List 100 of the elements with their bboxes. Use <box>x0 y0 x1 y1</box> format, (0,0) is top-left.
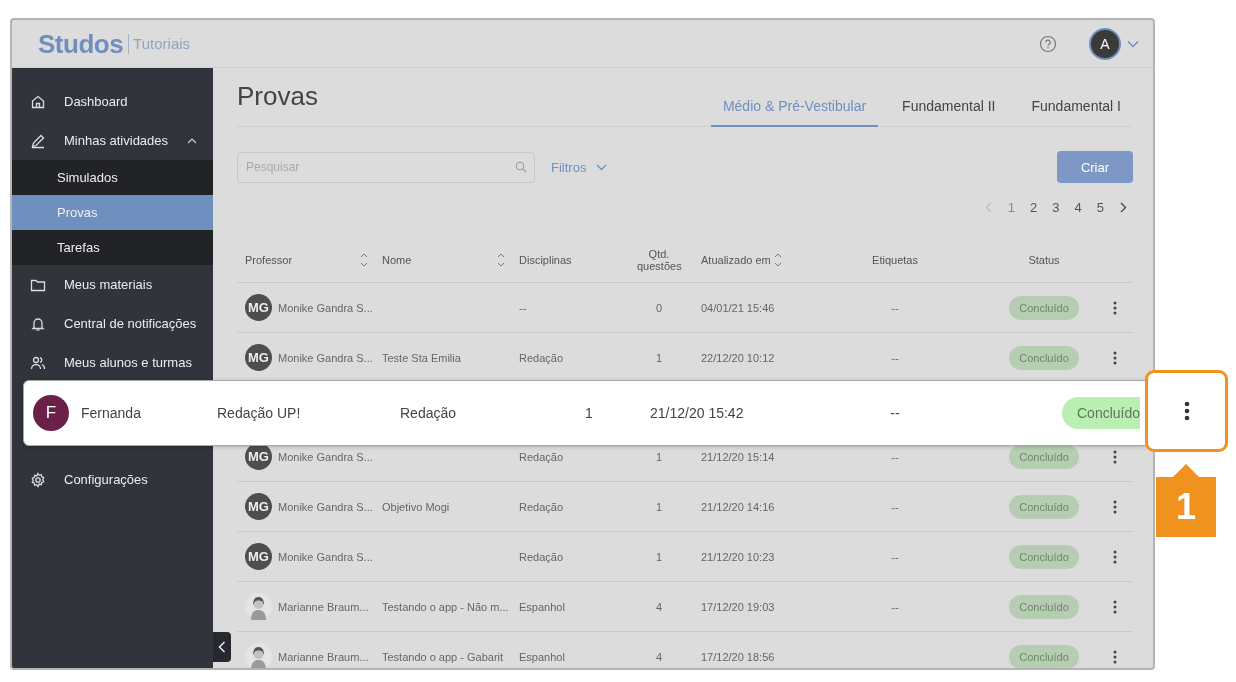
search-icon <box>515 160 527 173</box>
avatar: MG <box>245 294 272 321</box>
table-cell: -- <box>891 500 899 513</box>
more-icon[interactable] <box>1112 649 1117 664</box>
next-page-icon[interactable] <box>1119 201 1127 213</box>
more-icon[interactable] <box>1112 449 1117 464</box>
page-title: Provas <box>237 81 318 112</box>
column-header: Etiquetas <box>872 253 918 266</box>
more-icon[interactable] <box>1112 499 1117 514</box>
table-cell: 1 <box>655 351 663 364</box>
table-cell: Monike Gandra S... <box>278 450 373 463</box>
table-cell: 1 <box>655 450 663 463</box>
table-cell: -- <box>891 351 899 364</box>
status-badge: Concluído <box>1009 644 1079 668</box>
table-cell: Marianne Braum... <box>278 650 369 663</box>
table-cell: 04/01/21 15:46 <box>701 301 775 314</box>
table-cell: -- <box>891 301 899 314</box>
avatar: MG <box>245 344 272 371</box>
table-cell: Monike Gandra S... <box>278 550 373 563</box>
table-cell: 21/12/20 10:23 <box>701 550 775 563</box>
help-icon[interactable] <box>1039 34 1057 53</box>
more-icon[interactable] <box>1112 350 1117 365</box>
table-cell: 1 <box>655 500 663 513</box>
status-badge: Concluído <box>1009 494 1079 519</box>
table-cell: Redação <box>400 405 457 421</box>
table-cell: 17/12/20 18:56 <box>701 650 775 663</box>
sidebar-item[interactable]: Central de notificações <box>12 304 213 343</box>
sort-icon[interactable] <box>497 251 505 268</box>
submenu-item[interactable]: Tarefas <box>12 230 213 265</box>
table-cell: Redação <box>519 450 564 463</box>
sidebar-item[interactable]: Dashboard <box>12 82 213 121</box>
sidebar-item[interactable]: Configurações <box>12 460 213 499</box>
chevron-left-icon <box>218 641 226 653</box>
table-cell: -- <box>519 301 527 314</box>
sort-icon[interactable] <box>773 251 782 268</box>
table-cell: Monike Gandra S... <box>278 301 373 314</box>
sort-icon[interactable] <box>360 251 368 268</box>
table-cell: 1 <box>585 405 593 421</box>
user-avatar[interactable]: A <box>1089 27 1121 60</box>
page-number[interactable]: 3 <box>1052 199 1060 215</box>
status-badge: Concluído <box>1009 295 1079 320</box>
more-icon[interactable] <box>1183 401 1190 421</box>
table-cell: -- <box>890 405 900 421</box>
logo: Studos <box>38 33 130 54</box>
pencil-icon <box>30 132 46 149</box>
logo-subtitle: Tutoriais <box>132 35 191 52</box>
table-cell: 21/12/20 15:42 <box>650 405 744 421</box>
page-number[interactable]: 4 <box>1074 199 1082 215</box>
table-cell: -- <box>891 600 899 613</box>
column-header: Professor <box>245 253 293 266</box>
chevron-down-icon <box>596 163 608 171</box>
table-cell: Redação <box>519 351 564 364</box>
status-badge: Concluído <box>1009 444 1079 469</box>
table-cell: -- <box>891 450 899 463</box>
table-cell: 1 <box>655 550 663 563</box>
submenu-item[interactable]: Simulados <box>12 160 213 195</box>
table-cell: Marianne Braum... <box>278 600 369 613</box>
table-cell: 0 <box>655 301 663 314</box>
table-cell: Redação <box>519 500 564 513</box>
table-cell: -- <box>891 550 899 563</box>
table-cell: Fernanda <box>81 405 141 421</box>
page-number[interactable]: 2 <box>1030 199 1038 215</box>
status-badge: Concluído <box>1009 345 1079 370</box>
status-badge: Concluído <box>1062 397 1141 429</box>
avatar: F <box>33 395 69 431</box>
table-cell: Redação UP! <box>217 405 301 421</box>
column-header: Disciplinas <box>519 253 572 266</box>
table-cell: 21/12/20 14:16 <box>701 500 775 513</box>
tab[interactable]: Fundamental II <box>890 98 1008 127</box>
table-cell: Espanhol <box>519 600 565 613</box>
avatar: MG <box>245 543 272 570</box>
table-cell: Monike Gandra S... <box>278 351 373 364</box>
collapse-button[interactable] <box>213 632 231 662</box>
more-icon[interactable] <box>1112 599 1117 614</box>
table-cell: Testando o app - Gabarit <box>382 650 504 663</box>
page-number[interactable]: 5 <box>1096 199 1104 215</box>
sidebar-item[interactable]: Minhas atividades <box>12 121 213 160</box>
table-cell: 17/12/20 19:03 <box>701 600 775 613</box>
table-cell: 21/12/20 15:14 <box>701 450 775 463</box>
status-badge: Concluído <box>1009 594 1079 619</box>
sidebar-item[interactable]: Meus materiais <box>12 265 213 304</box>
column-header: Nome <box>382 253 412 266</box>
chevron-up-icon[interactable] <box>187 137 197 144</box>
sidebar-item[interactable]: Meus alunos e turmas <box>12 343 213 382</box>
more-icon[interactable] <box>1112 549 1117 564</box>
home-icon <box>30 93 46 110</box>
table-cell: Objetivo Mogi <box>382 500 450 513</box>
table-cell: Teste Sta Emilia <box>382 351 461 364</box>
table-cell: 4 <box>655 600 663 613</box>
more-icon[interactable] <box>1112 300 1117 315</box>
gear-icon <box>30 471 46 488</box>
tab[interactable]: Fundamental I <box>1019 98 1133 127</box>
table-cell: Redação <box>519 550 564 563</box>
people-icon <box>30 354 46 371</box>
table-cell: 4 <box>655 650 663 663</box>
status-badge: Concluído <box>1009 544 1079 569</box>
table-cell: 22/12/20 10:12 <box>701 351 775 364</box>
bell-icon <box>30 315 46 332</box>
column-header: Qtd. questões <box>637 247 681 272</box>
table-cell: Espanhol <box>519 650 565 663</box>
